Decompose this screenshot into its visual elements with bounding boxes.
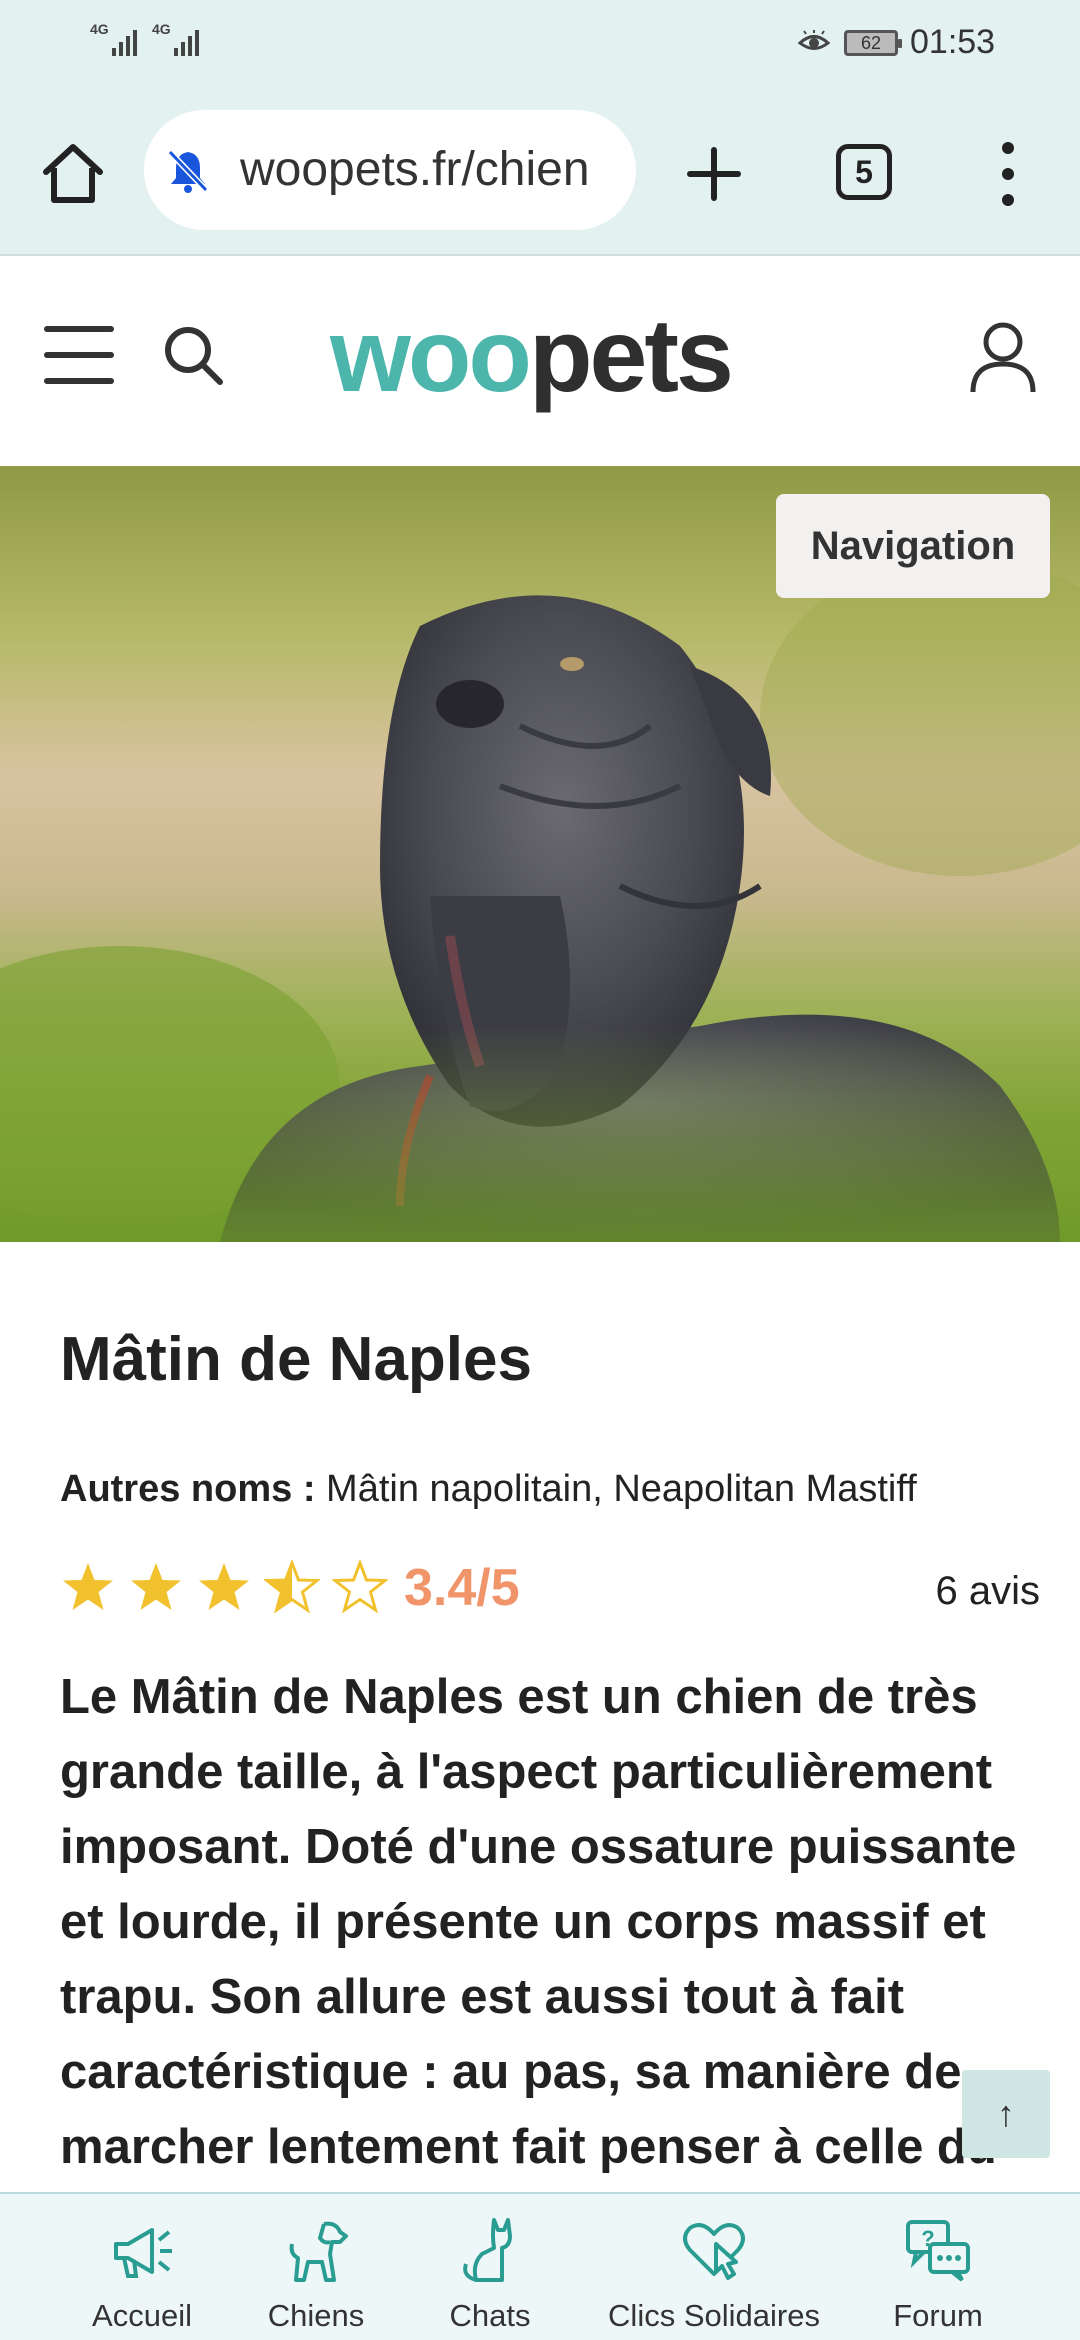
bottom-nav-clics-solidaires[interactable]: Clics Solidaires [594, 2194, 834, 2340]
url-text[interactable]: woopets.fr/chien [240, 140, 590, 200]
megaphone-icon [114, 2228, 172, 2278]
other-names: Autres noms : Mâtin napolitain, Neapolit… [60, 1464, 917, 1514]
rating-score: 3.4/5 [404, 1559, 520, 1617]
navigation-button[interactable]: Navigation [776, 494, 1050, 598]
bottom-nav-label: Chiens [267, 2298, 365, 2333]
bottom-nav-forum[interactable]: ? Forum [858, 2194, 1018, 2340]
star-full-icon [199, 1563, 249, 1610]
plus-icon[interactable] [684, 144, 744, 204]
star-full-icon [131, 1563, 181, 1610]
browser-toolbar: woopets.fr/chien 5 [0, 84, 1080, 256]
tabs-icon[interactable]: 5 [836, 144, 892, 200]
review-count[interactable]: 6 avis [936, 1566, 1041, 1616]
bottom-nav-label: Clics Solidaires [608, 2298, 820, 2333]
address-bar[interactable]: woopets.fr/chien [144, 110, 636, 230]
clock: 01:53 [910, 23, 996, 61]
star-full-icon [63, 1563, 113, 1610]
bottom-nav: Accueil Chiens Chats Clics Solidaires ? [0, 2192, 1080, 2340]
star-empty-icon [332, 1560, 388, 1614]
other-names-value: Mâtin napolitain, Neapolitan Mastiff [315, 1468, 917, 1510]
network-type-2: 4G [152, 21, 171, 37]
dog-icon [289, 2221, 348, 2282]
scroll-to-top-button[interactable]: ↑ [962, 2070, 1050, 2158]
intro-paragraph: Le Mâtin de Naples est un chien de très … [60, 1670, 1017, 2174]
network-type-1: 4G [90, 21, 109, 37]
bottom-nav-chats[interactable]: Chats [410, 2194, 570, 2340]
site-header: woopets [0, 256, 1080, 466]
menu-icon[interactable] [44, 326, 114, 386]
hero-image: Navigation [0, 466, 1080, 1242]
chat-bubbles-icon: ? [906, 2220, 970, 2282]
battery-icon: 62 [844, 30, 902, 56]
bottom-nav-label: Chats [449, 2298, 531, 2333]
bottom-nav-label: Forum [893, 2298, 983, 2333]
rating-row[interactable]: 3.4/5 6 avis [60, 1560, 1040, 1620]
bottom-nav-label: Accueil [92, 2298, 192, 2333]
user-icon[interactable] [968, 320, 1038, 394]
status-bar: 4G 4G 62 01:53 [0, 0, 1080, 84]
bell-off-icon[interactable] [166, 148, 210, 194]
bottom-nav-accueil[interactable]: Accueil [62, 2194, 222, 2340]
other-names-label: Autres noms : [60, 1468, 316, 1510]
star-half-icon [264, 1560, 320, 1614]
heart-click-icon [683, 2223, 745, 2280]
eye-comfort-icon [798, 30, 830, 50]
bottom-nav-chiens[interactable]: Chiens [236, 2194, 396, 2340]
cat-icon [463, 2218, 512, 2282]
page-title: Mâtin de Naples [60, 1325, 532, 1394]
site-logo[interactable]: woopets [330, 296, 734, 416]
more-vert-icon[interactable] [996, 142, 1020, 206]
home-icon[interactable] [38, 138, 108, 208]
search-icon[interactable] [160, 322, 226, 388]
